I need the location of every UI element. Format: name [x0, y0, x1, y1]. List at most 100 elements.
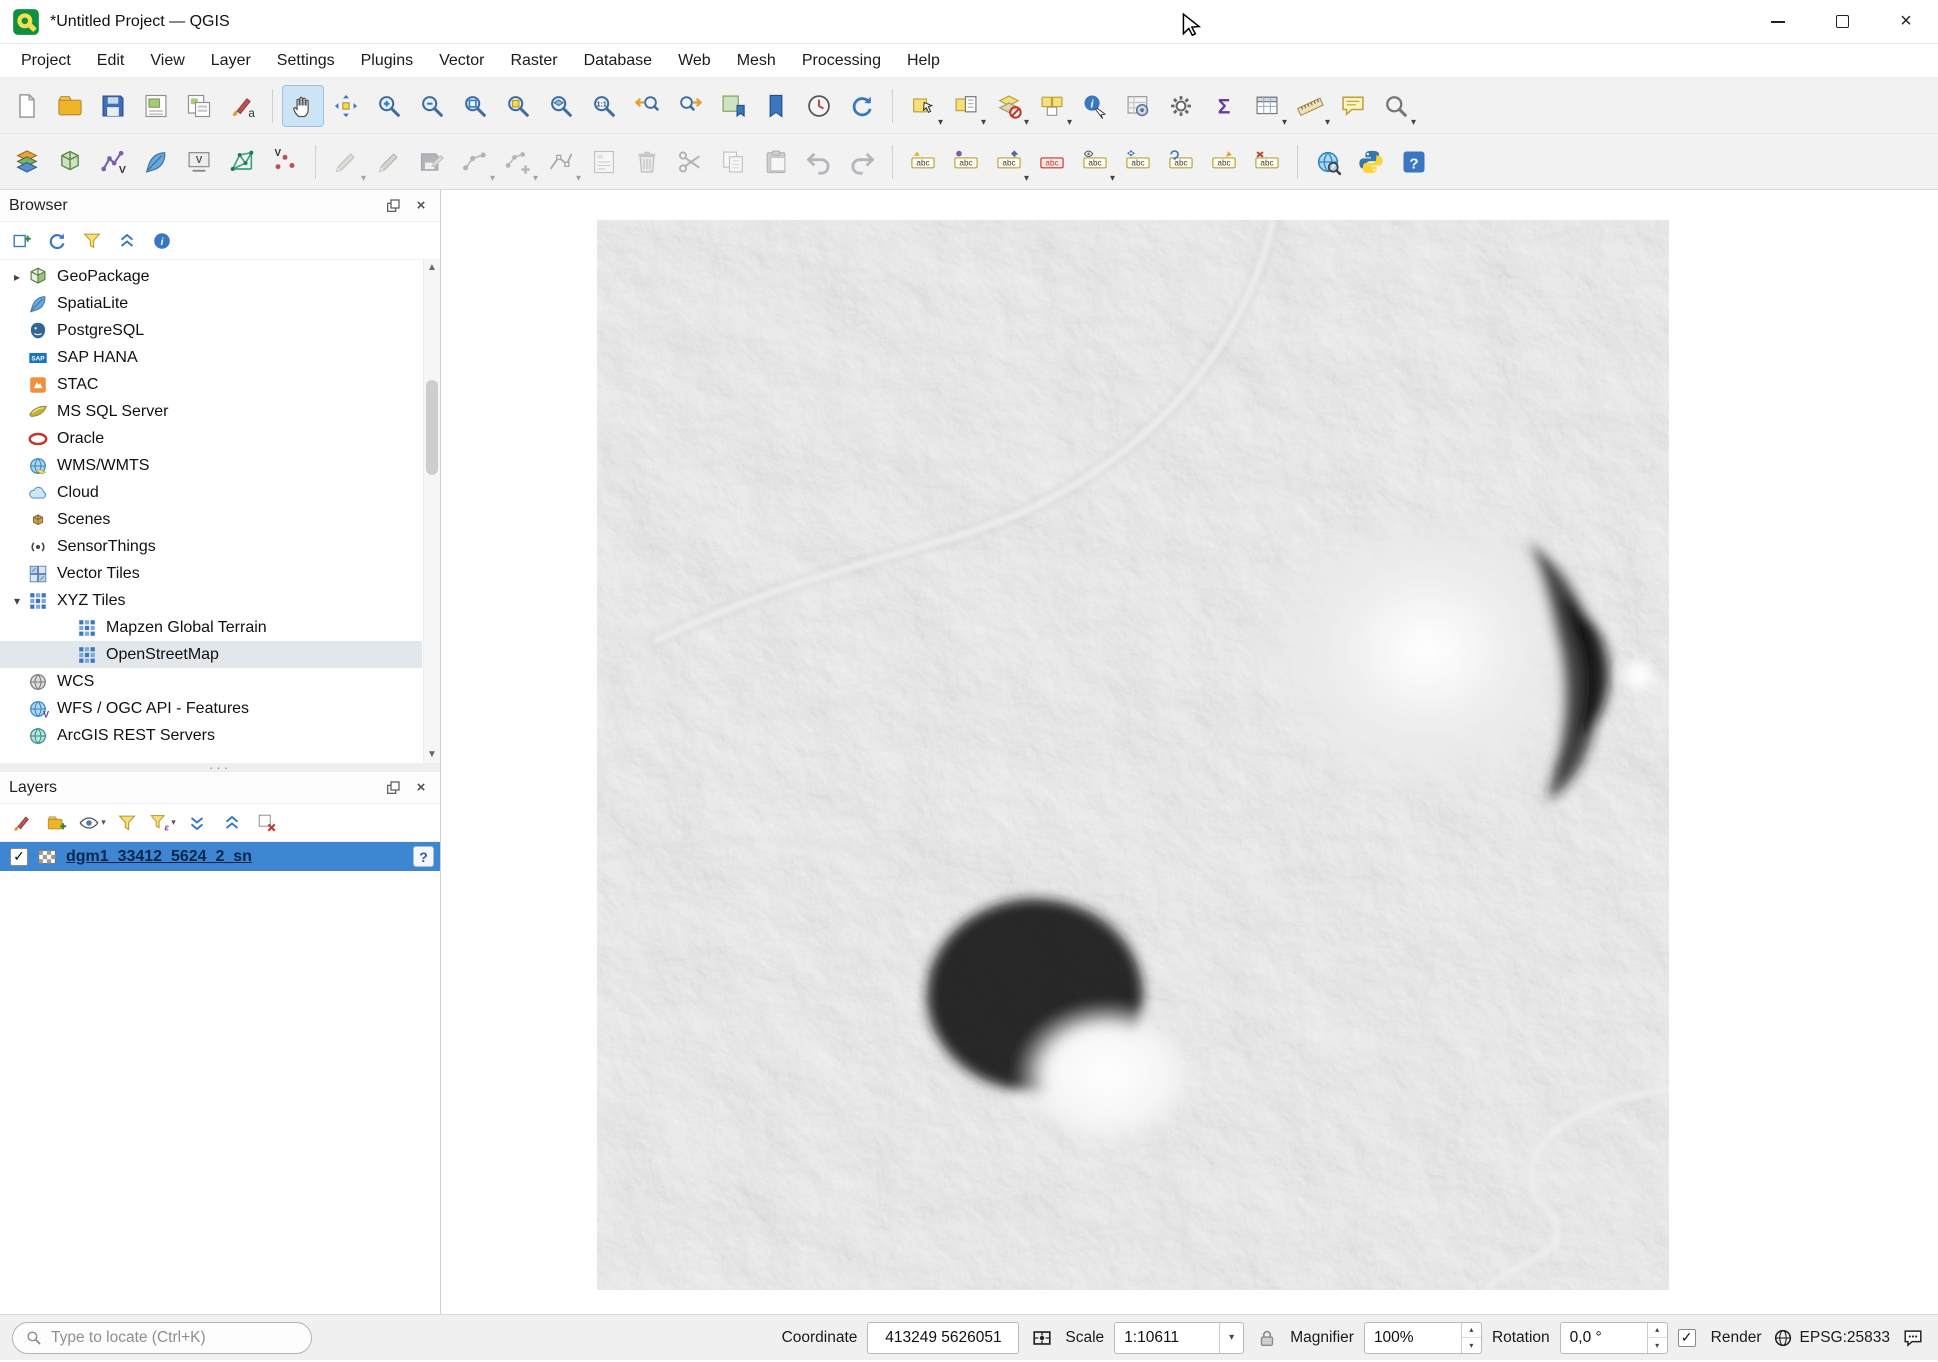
save-project-button[interactable]: [92, 85, 134, 127]
new-mesh-layer-button[interactable]: [221, 141, 263, 183]
browser-item-sensorthings[interactable]: SensorThings: [0, 533, 422, 560]
menu-mesh[interactable]: Mesh: [724, 47, 789, 75]
browser-item-wms-wmts[interactable]: WMS/WMTS: [0, 452, 422, 479]
zoom-to-layers-button[interactable]: [540, 85, 582, 127]
rotation-spinbox[interactable]: 0,0 ° ▴▾: [1560, 1322, 1668, 1354]
filter-browser-button[interactable]: [77, 226, 107, 256]
menu-view[interactable]: View: [137, 47, 197, 75]
expand-all-layers-button[interactable]: [182, 808, 212, 838]
manage-map-themes-button[interactable]: ▾: [77, 808, 107, 838]
spin-arrows[interactable]: ▴▾: [1647, 1323, 1667, 1353]
menu-database[interactable]: Database: [571, 47, 666, 75]
zoom-to-selection-button[interactable]: [497, 85, 539, 127]
show-layout-manager-button[interactable]: [178, 85, 220, 127]
browser-item-stac[interactable]: STAC: [0, 371, 422, 398]
render-toggle[interactable]: Render: [1678, 1329, 1762, 1347]
browser-item-geopackage[interactable]: ▸GeoPackage: [0, 263, 422, 290]
browser-item-cloud[interactable]: Cloud: [0, 479, 422, 506]
menu-settings[interactable]: Settings: [264, 47, 348, 75]
menu-help[interactable]: Help: [894, 47, 953, 75]
open-project-button[interactable]: [49, 85, 91, 127]
zoom-native-resolution-button[interactable]: 1:1: [583, 85, 625, 127]
pan-to-selection-button[interactable]: [325, 85, 367, 127]
browser-item-oracle[interactable]: Oracle: [0, 425, 422, 452]
render-checkbox[interactable]: [1678, 1329, 1696, 1347]
browser-item-xyz-tiles[interactable]: ▾XYZ Tiles: [0, 587, 422, 614]
browser-item-arcgis-rest-servers[interactable]: ArcGIS REST Servers: [0, 722, 422, 749]
minimize-button[interactable]: [1746, 0, 1810, 43]
show-statistical-summary-button[interactable]: Σ: [1203, 85, 1245, 127]
scale-combobox[interactable]: 1:10611 ▾: [1114, 1322, 1244, 1354]
browser-item-ms-sql-server[interactable]: MS SQL Server: [0, 398, 422, 425]
zoom-in-button[interactable]: [368, 85, 410, 127]
filter-legend-button[interactable]: [112, 808, 142, 838]
magnifier-spinbox[interactable]: 100% ▴▾: [1364, 1322, 1482, 1354]
browser-item-wfs-ogc-api-features[interactable]: VWFS / OGC API - Features: [0, 695, 422, 722]
scroll-down-icon[interactable]: ▼: [424, 747, 440, 763]
new-print-layout-button[interactable]: [135, 85, 177, 127]
new-gpx-layer-button[interactable]: V: [264, 141, 306, 183]
menu-edit[interactable]: Edit: [84, 47, 138, 75]
show-spatial-bookmarks-button[interactable]: [755, 85, 797, 127]
open-attribute-table-button[interactable]: ▾: [1246, 85, 1288, 127]
run-feature-action-button[interactable]: [1117, 85, 1159, 127]
metasearch-button[interactable]: [1307, 141, 1349, 183]
panel-splitter[interactable]: ···: [0, 763, 440, 772]
lock-scale-button[interactable]: [1254, 1325, 1280, 1351]
layer-labeling-options-button[interactable]: abc: [902, 141, 944, 183]
menu-processing[interactable]: Processing: [789, 47, 894, 75]
change-label-properties-button[interactable]: abc: [1203, 141, 1245, 183]
zoom-next-button[interactable]: [669, 85, 711, 127]
menu-vector[interactable]: Vector: [426, 47, 497, 75]
layers-close-button[interactable]: ×: [411, 778, 431, 798]
pan-map-button[interactable]: [282, 85, 324, 127]
spin-up-icon[interactable]: ▴: [1648, 1323, 1667, 1339]
browser-item-wcs[interactable]: WCS: [0, 668, 422, 695]
scrollbar-thumb[interactable]: [426, 380, 438, 475]
open-data-source-manager-button[interactable]: [6, 141, 48, 183]
spin-down-icon[interactable]: ▾: [1462, 1338, 1481, 1353]
show-unplaced-labels-button[interactable]: abc: [1246, 141, 1288, 183]
help-contents-button[interactable]: ?: [1393, 141, 1435, 183]
new-shapefile-layer-button[interactable]: V: [92, 141, 134, 183]
zoom-last-button[interactable]: [626, 85, 668, 127]
zoom-full-button[interactable]: [454, 85, 496, 127]
options-button[interactable]: [1160, 85, 1202, 127]
select-features-button[interactable]: ▾: [902, 85, 944, 127]
close-button[interactable]: ×: [1874, 0, 1938, 43]
enable-properties-widget-button[interactable]: i: [147, 226, 177, 256]
show-map-tips-button[interactable]: [1332, 85, 1374, 127]
menu-web[interactable]: Web: [665, 47, 724, 75]
map-canvas[interactable]: [441, 190, 1938, 1314]
browser-float-button[interactable]: [383, 196, 403, 216]
toggle-extents-display-button[interactable]: [1029, 1325, 1055, 1351]
select-features-by-value-button[interactable]: ▾: [945, 85, 987, 127]
new-virtual-layer-button[interactable]: V: [178, 141, 220, 183]
maximize-button[interactable]: [1810, 0, 1874, 43]
layer-row-dgm1-33412-5624-2-sn[interactable]: dgm1_33412_5624_2_sn?: [0, 842, 440, 871]
crs-status-button[interactable]: EPSG:25833: [1772, 1327, 1890, 1349]
style-manager-button[interactable]: a: [221, 85, 263, 127]
menu-layer[interactable]: Layer: [198, 47, 264, 75]
menu-raster[interactable]: Raster: [497, 47, 570, 75]
open-layer-styling-button[interactable]: [7, 808, 37, 838]
browser-item-spatialite[interactable]: SpatiaLite: [0, 290, 422, 317]
browser-item-postgresql[interactable]: PostgreSQL: [0, 317, 422, 344]
show-hide-labels-button[interactable]: abc▾: [1074, 141, 1116, 183]
identify-features-button[interactable]: i: [1074, 85, 1116, 127]
filter-by-expression-button[interactable]: ε▾: [147, 808, 177, 838]
locate-search-input[interactable]: Type to locate (Ctrl+K): [12, 1322, 312, 1354]
add-selected-layers-button[interactable]: [7, 226, 37, 256]
collapse-all-browser-button[interactable]: [112, 226, 142, 256]
menu-project[interactable]: Project: [8, 47, 84, 75]
move-label-button[interactable]: abc: [1117, 141, 1159, 183]
new-spatialite-layer-button[interactable]: [135, 141, 177, 183]
scroll-up-icon[interactable]: ▲: [424, 260, 440, 276]
browser-item-scenes[interactable]: Scenes: [0, 506, 422, 533]
messages-button[interactable]: [1900, 1325, 1926, 1351]
spin-down-icon[interactable]: ▾: [1648, 1338, 1667, 1353]
browser-item-mapzen-global-terrain[interactable]: Mapzen Global Terrain: [0, 614, 422, 641]
chevron-down-icon[interactable]: ▾: [1219, 1323, 1243, 1353]
collapse-all-layers-button[interactable]: [217, 808, 247, 838]
highlight-pinned-labels-button[interactable]: abc: [1031, 141, 1073, 183]
